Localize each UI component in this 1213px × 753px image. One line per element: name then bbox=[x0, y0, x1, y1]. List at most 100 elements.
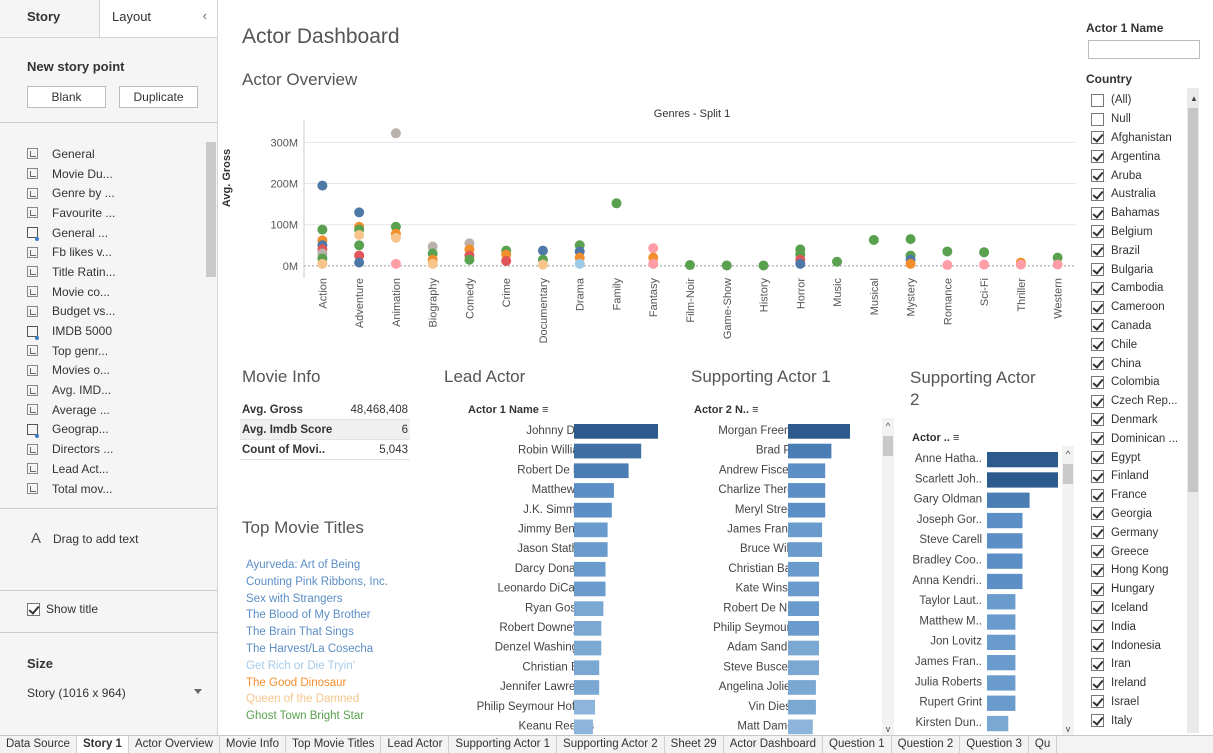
movie-title-item[interactable]: The Blood of My Brother bbox=[246, 607, 426, 624]
bar[interactable] bbox=[574, 699, 595, 715]
checkbox-icon[interactable] bbox=[1091, 394, 1104, 408]
sup2-header[interactable]: Actor .. ≡ bbox=[912, 432, 959, 444]
sheet-item[interactable]: Average ... bbox=[27, 400, 202, 420]
checkbox-icon[interactable] bbox=[1091, 225, 1104, 239]
sheet-item[interactable]: Movies o... bbox=[27, 361, 202, 381]
bar[interactable] bbox=[788, 699, 816, 715]
bar[interactable] bbox=[987, 512, 1023, 529]
country-filter-item[interactable]: Indonesia bbox=[1091, 636, 1185, 655]
scroll-down-icon[interactable]: v bbox=[886, 724, 891, 734]
bar[interactable] bbox=[574, 522, 608, 538]
country-filter-item[interactable]: Chile bbox=[1091, 335, 1185, 354]
movie-title-item[interactable]: Ghost Town Bright Star bbox=[246, 708, 426, 725]
scatter-point[interactable] bbox=[574, 258, 585, 269]
sheet-list-scrollbar[interactable] bbox=[206, 142, 216, 277]
scatter-point[interactable] bbox=[905, 258, 916, 269]
scatter-point[interactable] bbox=[942, 246, 953, 257]
sheet-item[interactable]: Favourite ... bbox=[27, 203, 202, 223]
movie-title-item[interactable]: Ayurveda: Art of Being bbox=[246, 557, 426, 574]
checkbox-icon[interactable] bbox=[1091, 357, 1104, 371]
checkbox-icon[interactable] bbox=[1091, 563, 1104, 577]
checkbox-icon[interactable] bbox=[1091, 169, 1104, 183]
bar[interactable] bbox=[574, 542, 608, 557]
checkbox-icon[interactable] bbox=[1091, 93, 1104, 107]
sort-icon[interactable]: ≡ bbox=[542, 404, 548, 416]
scatter-point[interactable] bbox=[354, 207, 365, 218]
scatter-point[interactable] bbox=[648, 243, 659, 254]
scatter-point[interactable] bbox=[390, 232, 401, 243]
bar[interactable] bbox=[574, 502, 612, 518]
scatter-point[interactable] bbox=[979, 259, 990, 270]
bar[interactable] bbox=[788, 502, 826, 518]
bar[interactable] bbox=[788, 640, 819, 656]
scatter-point[interactable] bbox=[905, 234, 916, 245]
country-filter-item[interactable]: Canada bbox=[1091, 317, 1185, 336]
country-filter-item[interactable]: Australia bbox=[1091, 185, 1185, 204]
checkbox-icon[interactable] bbox=[1091, 451, 1104, 465]
country-filter-item[interactable]: Czech Rep... bbox=[1091, 392, 1185, 411]
bar[interactable] bbox=[987, 452, 1058, 468]
bar[interactable] bbox=[987, 614, 1016, 630]
bar[interactable] bbox=[987, 675, 1016, 691]
sheet-tab[interactable]: Actor Overview bbox=[129, 736, 220, 753]
country-filter-item[interactable]: Ireland bbox=[1091, 674, 1185, 693]
country-filter-item[interactable]: Greece bbox=[1091, 542, 1185, 561]
bar[interactable] bbox=[788, 601, 819, 616]
country-filter-item[interactable]: Cambodia bbox=[1091, 279, 1185, 298]
sheet-tab[interactable]: Qu bbox=[1029, 736, 1058, 753]
sheet-item[interactable]: Title Ratin... bbox=[27, 262, 202, 282]
size-dropdown[interactable]: Story (1016 x 964) bbox=[27, 686, 202, 700]
bar[interactable] bbox=[574, 581, 606, 597]
checkbox-icon[interactable] bbox=[1091, 676, 1104, 690]
sheet-item[interactable]: Geograp... bbox=[27, 420, 202, 440]
bar[interactable] bbox=[574, 483, 614, 498]
bar[interactable] bbox=[788, 719, 813, 735]
bar[interactable] bbox=[987, 573, 1023, 590]
show-title-checkbox[interactable]: Show title bbox=[27, 602, 98, 616]
country-filter-item[interactable]: Israel bbox=[1091, 693, 1185, 712]
sheet-tab[interactable]: Actor Dashboard bbox=[724, 736, 823, 753]
checkbox-icon[interactable] bbox=[1091, 488, 1104, 502]
scrollbar-thumb[interactable] bbox=[1063, 464, 1073, 484]
sheet-item[interactable]: Avg. IMD... bbox=[27, 380, 202, 400]
bar[interactable] bbox=[574, 719, 593, 735]
country-filter-item[interactable]: Null bbox=[1091, 110, 1185, 129]
bar-chart-scrollbar[interactable] bbox=[882, 418, 894, 735]
scatter-point[interactable] bbox=[832, 256, 843, 267]
scatter-point[interactable] bbox=[721, 260, 732, 271]
country-filter-item[interactable]: Hong Kong bbox=[1091, 561, 1185, 580]
country-filter-item[interactable]: Belgium bbox=[1091, 223, 1185, 242]
checkbox-icon[interactable] bbox=[1091, 244, 1104, 258]
sheet-tab[interactable]: Supporting Actor 2 bbox=[557, 736, 665, 753]
bar[interactable] bbox=[788, 680, 816, 695]
sheet-tab[interactable]: Question 2 bbox=[892, 736, 961, 753]
sheet-tab[interactable]: Question 3 bbox=[960, 736, 1029, 753]
bar[interactable] bbox=[574, 424, 658, 439]
country-filter-item[interactable]: Hungary bbox=[1091, 580, 1185, 599]
checkbox-icon[interactable] bbox=[1091, 187, 1104, 201]
bar[interactable] bbox=[788, 483, 826, 498]
tab-layout[interactable]: Layout ‹ bbox=[100, 0, 217, 37]
scroll-up-icon[interactable]: ▲ bbox=[1190, 94, 1198, 103]
checkbox-icon[interactable] bbox=[1091, 582, 1104, 596]
bar[interactable] bbox=[788, 443, 832, 459]
country-filter-item[interactable]: Cameroon bbox=[1091, 298, 1185, 317]
sup1-header[interactable]: Actor 2 N.. ≡ bbox=[694, 404, 759, 416]
checkbox-icon[interactable] bbox=[1091, 695, 1104, 709]
country-filter-item[interactable]: Iceland bbox=[1091, 599, 1185, 618]
movie-title-item[interactable]: The Brain That Sings bbox=[246, 624, 426, 641]
scatter-point[interactable] bbox=[354, 240, 365, 251]
country-filter-item[interactable]: Colombia bbox=[1091, 373, 1185, 392]
blank-button[interactable]: Blank bbox=[27, 86, 106, 108]
sheet-item[interactable]: Lead Act... bbox=[27, 459, 202, 479]
sheet-item[interactable]: General ... bbox=[27, 223, 202, 243]
scatter-point[interactable] bbox=[868, 234, 879, 245]
scatter-point[interactable] bbox=[354, 230, 365, 240]
sheet-item[interactable]: Top genr... bbox=[27, 341, 202, 361]
sheet-item[interactable]: Fb likes v... bbox=[27, 242, 202, 262]
movie-title-item[interactable]: Sex with Strangers bbox=[246, 591, 426, 608]
scatter-point[interactable] bbox=[942, 260, 953, 271]
bar[interactable] bbox=[987, 695, 1016, 711]
sheet-item[interactable]: Movie co... bbox=[27, 282, 202, 302]
checkbox-icon[interactable] bbox=[1091, 714, 1104, 728]
